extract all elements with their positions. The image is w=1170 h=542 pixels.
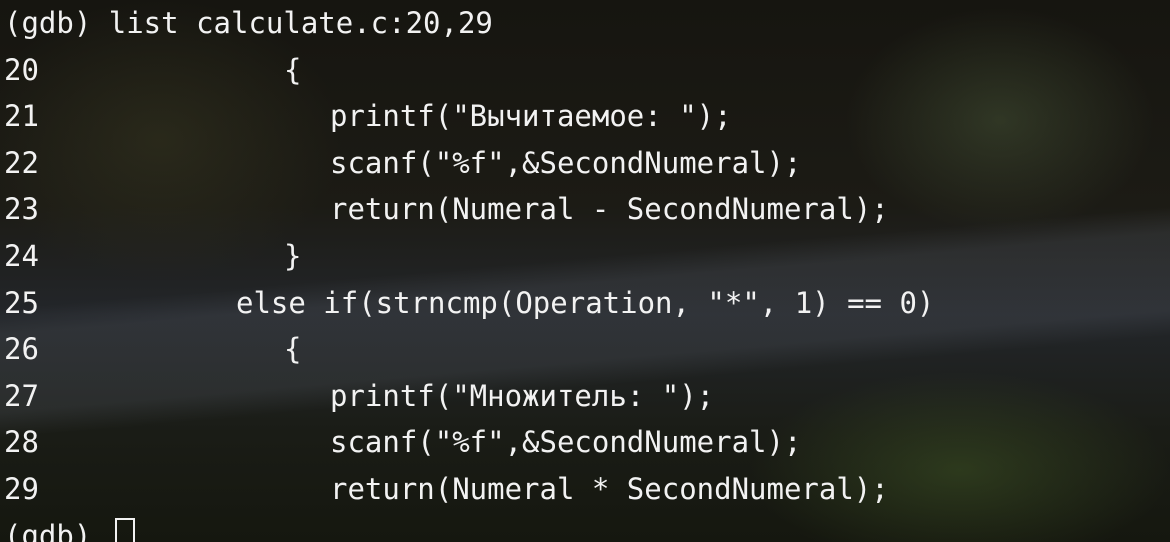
line-number: 24	[4, 238, 39, 273]
source-code: {	[284, 52, 302, 87]
source-code: scanf("%f",&SecondNumeral);	[330, 145, 802, 180]
input-line[interactable]: (gdb)	[4, 513, 493, 542]
source-line: 28 scanf("%f",&SecondNumeral);	[4, 419, 801, 466]
gdb-terminal-window[interactable]: (gdb) list calculate.c:20,29 20 { 21 print…	[0, 0, 1170, 542]
source-line: 25 else if(strncmp(Operation, "*", 1) == …	[4, 280, 934, 327]
line-number: 27	[4, 378, 39, 413]
command-line: (gdb) list calculate.c:20,29	[4, 0, 493, 47]
source-line: 29 return(Numeral * SecondNumeral);	[4, 466, 889, 513]
gdb-prompt: (gdb)	[4, 518, 109, 542]
line-number: 20	[4, 52, 39, 87]
source-code: }	[284, 238, 302, 273]
source-line: 24}	[4, 233, 493, 280]
source-line: 27 printf("Множитель: ");	[4, 373, 714, 420]
gdb-command: list calculate.c:20,29	[108, 6, 493, 40]
source-code: return(Numeral * SecondNumeral);	[330, 471, 889, 506]
source-code: {	[284, 332, 302, 367]
line-number: 25	[4, 285, 39, 320]
source-line: 23 return(Numeral - SecondNumeral);	[4, 186, 889, 233]
line-number: 26	[4, 332, 39, 367]
source-code: printf("Вычитаемое: ");	[330, 99, 732, 134]
source-code: printf("Множитель: ");	[330, 378, 715, 413]
line-number: 21	[4, 99, 39, 134]
source-line: 26 {	[4, 326, 493, 373]
gdb-prompt: (gdb)	[4, 6, 109, 40]
line-number: 22	[4, 145, 39, 180]
source-line: 20 {	[4, 47, 493, 94]
text-cursor[interactable]	[114, 517, 135, 542]
line-number: 29	[4, 471, 39, 506]
source-code: else if(strncmp(Operation, "*", 1) == 0)	[236, 285, 935, 320]
source-line: 22 scanf("%f",&SecondNumeral);	[4, 140, 801, 187]
line-number: 28	[4, 425, 39, 460]
source-code: return(Numeral - SecondNumeral);	[330, 192, 889, 227]
terminal-output: (gdb) list calculate.c:20,29 20 { 21 print…	[4, 0, 934, 542]
source-code: scanf("%f",&SecondNumeral);	[330, 425, 802, 460]
source-line: 21 printf("Вычитаемое: ");	[4, 93, 732, 140]
line-number: 23	[4, 192, 39, 227]
